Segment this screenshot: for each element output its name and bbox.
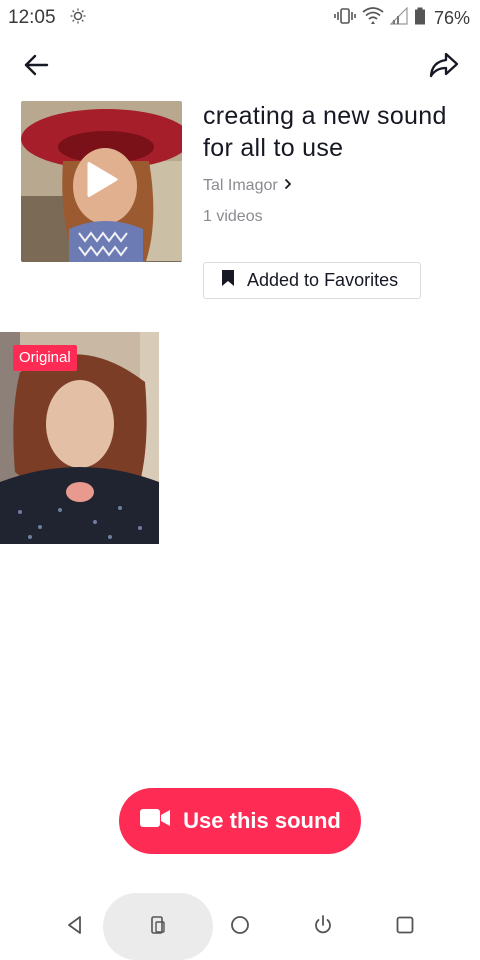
author-link[interactable]: Tal Imagor (203, 177, 292, 195)
sound-cover[interactable] (21, 101, 182, 262)
arrow-left-icon (22, 51, 50, 84)
nav-power-button[interactable] (309, 913, 337, 941)
battery-icon (414, 7, 426, 30)
nav-back-button[interactable] (61, 913, 89, 941)
original-badge: Original (13, 345, 77, 371)
use-sound-button[interactable]: Use this sound (119, 788, 361, 854)
favorites-button[interactable]: Added to Favorites (203, 262, 421, 299)
favorites-label: Added to Favorites (247, 270, 399, 290)
circle-home-icon (229, 914, 251, 941)
chevron-right-icon (284, 177, 292, 195)
nav-home-button[interactable] (226, 913, 254, 941)
status-bar: 12:05 76% (0, 0, 480, 36)
battery-percent: 76% (433, 7, 470, 28)
share-icon (428, 51, 460, 84)
play-icon (85, 160, 119, 203)
triangle-back-icon (64, 914, 86, 941)
share-button[interactable] (424, 47, 464, 87)
wifi-icon (362, 6, 384, 31)
sound-title: creating a new sound for all to use (203, 102, 447, 162)
square-recents-icon (394, 914, 416, 941)
video-count: 1 videos (203, 208, 263, 225)
use-sound-label: Use this sound (183, 808, 341, 833)
nav-recents-button[interactable] (391, 913, 419, 941)
status-time: 12:05 (8, 7, 56, 28)
back-button[interactable] (16, 47, 56, 87)
signal-icon (389, 6, 408, 30)
power-icon (312, 914, 334, 941)
nav-rotate-button[interactable] (144, 913, 172, 941)
bookmark-icon (221, 269, 235, 292)
brightness-icon (70, 8, 86, 29)
video-camera-icon (139, 807, 171, 835)
vibrate-icon (334, 7, 356, 30)
system-nav-bar (0, 893, 480, 960)
author-name: Tal Imagor (203, 177, 278, 194)
rotate-screen-icon (147, 914, 169, 941)
